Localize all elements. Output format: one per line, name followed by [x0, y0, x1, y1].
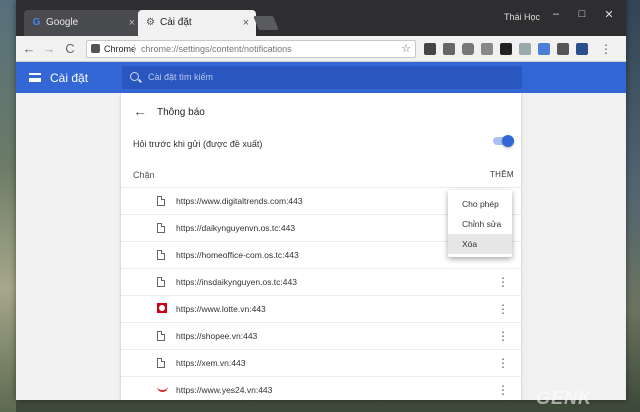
settings-search-input[interactable]: Cài đặt tìm kiếm [122, 66, 522, 89]
close-tab-icon[interactable]: × [243, 10, 249, 36]
site-url: https://shopee.vn:443 [176, 331, 258, 341]
maximize-button[interactable]: □ [572, 8, 592, 20]
ext-icon-2[interactable] [443, 43, 455, 55]
ext-icon-4[interactable] [481, 43, 493, 55]
menu-item-edit[interactable]: Chỉnh sửa [448, 214, 512, 234]
more-actions-icon[interactable]: ⋮ [497, 383, 509, 397]
tab-label: Google [46, 17, 79, 28]
site-action-menu: Cho phép Chỉnh sửa Xóa [448, 190, 512, 257]
title-bar: G Google × ⚙ Cài đặt × Thái Học – □ ✕ [16, 0, 626, 36]
browser-toolbar: ← → C Chrome chrome://settings/content/n… [16, 36, 626, 62]
list-item: https://insdaikynguyen.os.tc:443 ⋮ [121, 268, 521, 295]
site-url: https://www.digitaltrends.com:443 [176, 196, 303, 206]
blocked-section-label: Chặn [133, 170, 155, 180]
tab-settings[interactable]: ⚙ Cài đặt × [138, 10, 256, 36]
file-icon [157, 196, 165, 206]
gear-icon: ⚙ [146, 17, 155, 28]
desktop-edge-right [626, 0, 640, 412]
more-actions-icon[interactable]: ⋮ [497, 275, 509, 289]
url-text[interactable]: chrome://settings/content/notifications [141, 41, 292, 57]
site-url: https://xem.vn:443 [176, 358, 246, 368]
file-icon [157, 223, 165, 233]
tab-google[interactable]: G Google × [24, 10, 142, 36]
reload-button[interactable]: C [61, 40, 79, 58]
list-item: https://shopee.vn:443 ⋮ [121, 322, 521, 349]
close-window-button[interactable]: ✕ [599, 8, 619, 21]
more-actions-icon[interactable]: ⋮ [497, 329, 509, 343]
minimize-button[interactable]: – [546, 8, 566, 20]
chip-divider [134, 44, 135, 55]
ext-icon-7[interactable] [538, 43, 550, 55]
search-placeholder: Cài đặt tìm kiếm [148, 72, 214, 82]
new-tab-button[interactable] [253, 16, 279, 30]
close-tab-icon[interactable]: × [129, 10, 135, 36]
toggle-knob [502, 135, 514, 147]
site-url: https://daikynguyenvn.os.tc:443 [176, 223, 296, 233]
settings-title: Cài đặt [50, 71, 89, 85]
menu-item-allow[interactable]: Cho phép [448, 194, 512, 214]
file-icon [157, 358, 165, 368]
site-url: https://insdaikynguyen.os.tc:443 [176, 277, 297, 287]
tab-label: Cài đặt [160, 17, 192, 28]
back-arrow-icon[interactable]: ← [133, 103, 147, 119]
camera-icon[interactable] [462, 43, 474, 55]
profile-name[interactable]: Thái Học [504, 12, 540, 22]
ask-before-sending-label: Hỏi trước khi gửi (được đề xuất) [133, 139, 263, 149]
forward-button[interactable]: → [40, 40, 58, 58]
file-icon [157, 331, 165, 341]
chrome-page-icon [91, 44, 100, 53]
list-item: https://www.lotte.vn:443 ⋮ [121, 295, 521, 322]
yes24-icon [157, 386, 168, 392]
page-title: Thông báo [157, 107, 205, 118]
browser-window: G Google × ⚙ Cài đặt × Thái Học – □ ✕ ← … [16, 0, 626, 400]
menu-icon[interactable]: ⋮ [600, 43, 612, 55]
ext-icon-5[interactable] [500, 43, 512, 55]
site-url: https://www.yes24.vn:443 [176, 385, 273, 395]
lotte-icon [157, 303, 167, 313]
bookmark-star-icon[interactable]: ☆ [401, 41, 411, 57]
chip-label: Chrome [104, 44, 137, 54]
search-icon [130, 72, 139, 81]
puzzle-icon[interactable] [557, 43, 569, 55]
hamburger-menu-icon[interactable] [29, 73, 41, 82]
list-item: https://www.yes24.vn:443 ⋮ [121, 376, 521, 400]
genk-watermark: GENK [536, 388, 593, 408]
more-actions-icon[interactable]: ⋮ [497, 302, 509, 316]
list-item: https://xem.vn:443 ⋮ [121, 349, 521, 376]
site-chip[interactable]: Chrome [91, 41, 136, 57]
site-url: https://homeoffice-com.os.tc:443 [176, 250, 299, 260]
ask-before-sending-toggle[interactable] [493, 135, 514, 147]
settings-content: ← Thông báo Hỏi trước khi gửi (được đề x… [16, 93, 626, 400]
settings-header: Cài đặt Cài đặt tìm kiếm [16, 62, 626, 93]
more-actions-icon[interactable]: ⋮ [497, 356, 509, 370]
file-icon [157, 277, 165, 287]
desktop-edge-left [0, 0, 16, 412]
ext-icon-6[interactable] [519, 43, 531, 55]
ext-icon-9[interactable] [576, 43, 588, 55]
site-url: https://www.lotte.vn:443 [176, 304, 266, 314]
add-button[interactable]: THÊM [490, 170, 514, 179]
back-button[interactable]: ← [20, 40, 38, 58]
file-icon [157, 250, 165, 260]
ext-icon-1[interactable] [424, 43, 436, 55]
address-bar[interactable]: Chrome chrome://settings/content/notific… [86, 40, 416, 58]
google-icon: G [32, 17, 41, 28]
menu-item-delete[interactable]: Xóa [448, 234, 512, 254]
